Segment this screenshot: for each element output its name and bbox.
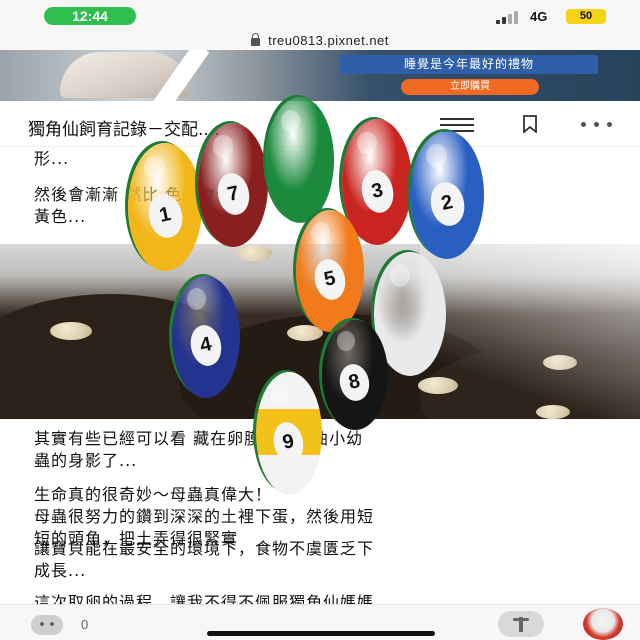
signal-icon [496,10,524,24]
article-text: 黃色... [34,207,87,226]
article-text: 成長... [34,561,87,580]
reaction-count: 0 [81,617,89,632]
ball-number: 5 [311,256,349,304]
billiard-ball-8: 4 [172,276,240,398]
ball-number: 3 [357,167,397,216]
url-text[interactable]: treu0813.pixnet.net [268,33,389,48]
bottom-toolbar: 0 [0,604,640,640]
ad-headline: 睡覺是今年最好的禮物 [340,55,598,74]
article-text: 蟲的身影了... [34,451,138,470]
battery-level: 50 [566,9,606,24]
share-icon[interactable] [498,611,544,637]
ball-number: 8 [336,361,374,404]
lock-icon [251,33,261,46]
article-text: 讓寶貝能在最安全的環境下，食物不虞匱乏下 [34,539,375,558]
billiard-ball-6: 5 [296,210,364,332]
bookmark-icon[interactable] [521,115,539,133]
address-bar[interactable]: treu0813.pixnet.net [0,30,640,50]
billiard-ball-5: 2 [410,131,484,259]
article-text: 形... [34,149,70,168]
article-text: 生命真的很奇妙～母蟲真偉大！ [34,485,273,504]
billiard-ball-10: 9 [256,372,322,494]
ball-number: 4 [187,322,225,370]
avatar[interactable] [583,608,623,640]
status-time: 12:44 [44,7,136,25]
article-text: 母蟲很努力的鑽到深深的土裡下蛋，然後用短 [34,507,375,526]
billiard-ball-1: 1 [128,143,202,271]
billiard-ball-9: 8 [322,320,388,430]
network-type: 4G [530,9,548,24]
more-icon[interactable] [581,122,613,128]
menu-icon[interactable] [440,118,474,132]
ad-buy-button[interactable]: 立即購買 [401,79,539,95]
ball-number: 2 [426,179,468,229]
ball-number: 7 [213,170,253,219]
home-indicator [207,631,435,636]
page-title: 獨角仙飼育記錄－交配.... [28,120,220,140]
ad-banner[interactable]: 睡覺是今年最好的禮物 立即購買 [0,50,640,101]
status-bar: 12:44 4G 50 [0,0,640,30]
face-icon[interactable] [31,615,63,635]
ball-number: 1 [144,191,186,241]
billiard-ball-2: 7 [198,123,268,247]
billiard-ball-3 [266,97,334,223]
